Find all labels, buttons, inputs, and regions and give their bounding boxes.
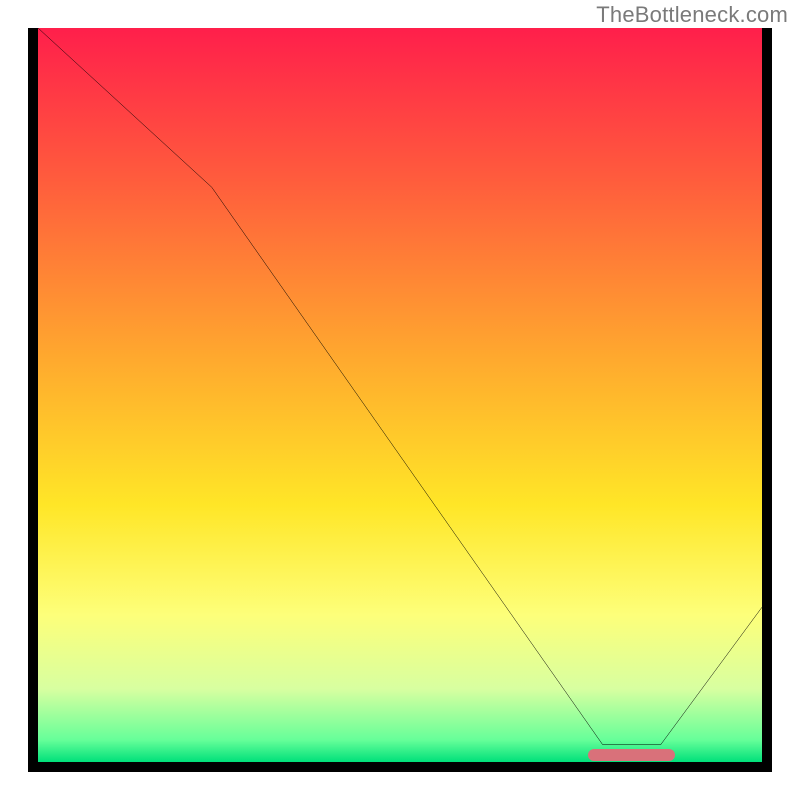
axis-right — [762, 28, 772, 772]
gradient-rect — [38, 28, 762, 762]
chart-frame — [28, 28, 772, 772]
axis-left — [28, 28, 38, 772]
axis-bottom — [28, 762, 772, 772]
gradient-svg — [38, 28, 762, 762]
chart-background-gradient — [38, 28, 762, 762]
watermark-text: TheBottleneck.com — [596, 2, 788, 28]
